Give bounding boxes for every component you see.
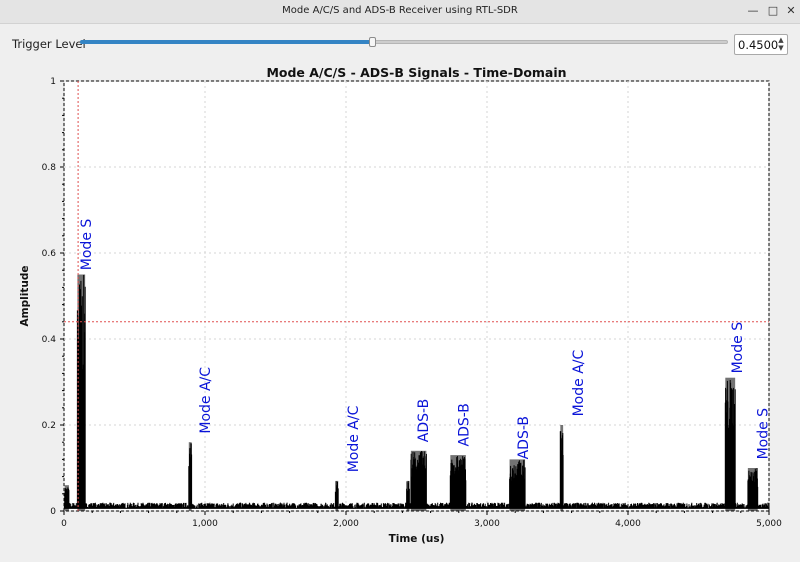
x-tick-label: 3,000 — [474, 519, 500, 529]
signal-annotation: Mode A/C — [198, 367, 214, 434]
signal-annotation: Mode S — [756, 408, 772, 460]
signal-annotation: ADS-B — [516, 416, 532, 459]
signal-burst — [725, 377, 736, 511]
y-tick-label: 0.2 — [42, 421, 56, 431]
x-tick-label: 1,000 — [192, 519, 218, 529]
x-axis-label: Time (us) — [389, 533, 445, 545]
signal-burst — [335, 480, 339, 511]
y-tick-label: 0.8 — [42, 163, 57, 173]
signal-burst — [450, 455, 466, 511]
signal-burst — [509, 459, 526, 511]
y-tick-label: 0.4 — [42, 335, 57, 345]
signal-annotation: Mode A/C — [571, 350, 587, 417]
y-tick-label: 0.6 — [42, 249, 57, 259]
signal-burst — [188, 442, 192, 511]
signal-annotation: ADS-B — [416, 399, 432, 442]
y-tick-label: 0 — [50, 507, 56, 517]
signal-burst — [560, 425, 564, 511]
signal-burst — [64, 485, 69, 511]
signal-burst — [410, 450, 427, 511]
y-axis-label: Amplitude — [19, 266, 31, 327]
x-tick-label: 5,000 — [756, 519, 782, 529]
time-domain-plot[interactable]: 0 1,000 2,000 3,000 4,000 5,000 0 0.2 0.4 0.6 0.8 1… — [0, 0, 800, 562]
plot-area — [63, 80, 770, 512]
x-tick-label: 2,000 — [333, 519, 359, 529]
x-tick-label: 0 — [61, 519, 67, 529]
y-tick-label: 1 — [50, 77, 56, 87]
signal-annotation: Mode S — [79, 219, 95, 271]
signal-annotation: ADS-B — [457, 403, 473, 446]
signal-burst — [747, 468, 758, 511]
signal-annotation: Mode A/C — [346, 405, 362, 472]
signal-annotation: Mode S — [730, 322, 746, 374]
signal-burst — [406, 480, 410, 511]
x-tick-label: 4,000 — [615, 519, 641, 529]
